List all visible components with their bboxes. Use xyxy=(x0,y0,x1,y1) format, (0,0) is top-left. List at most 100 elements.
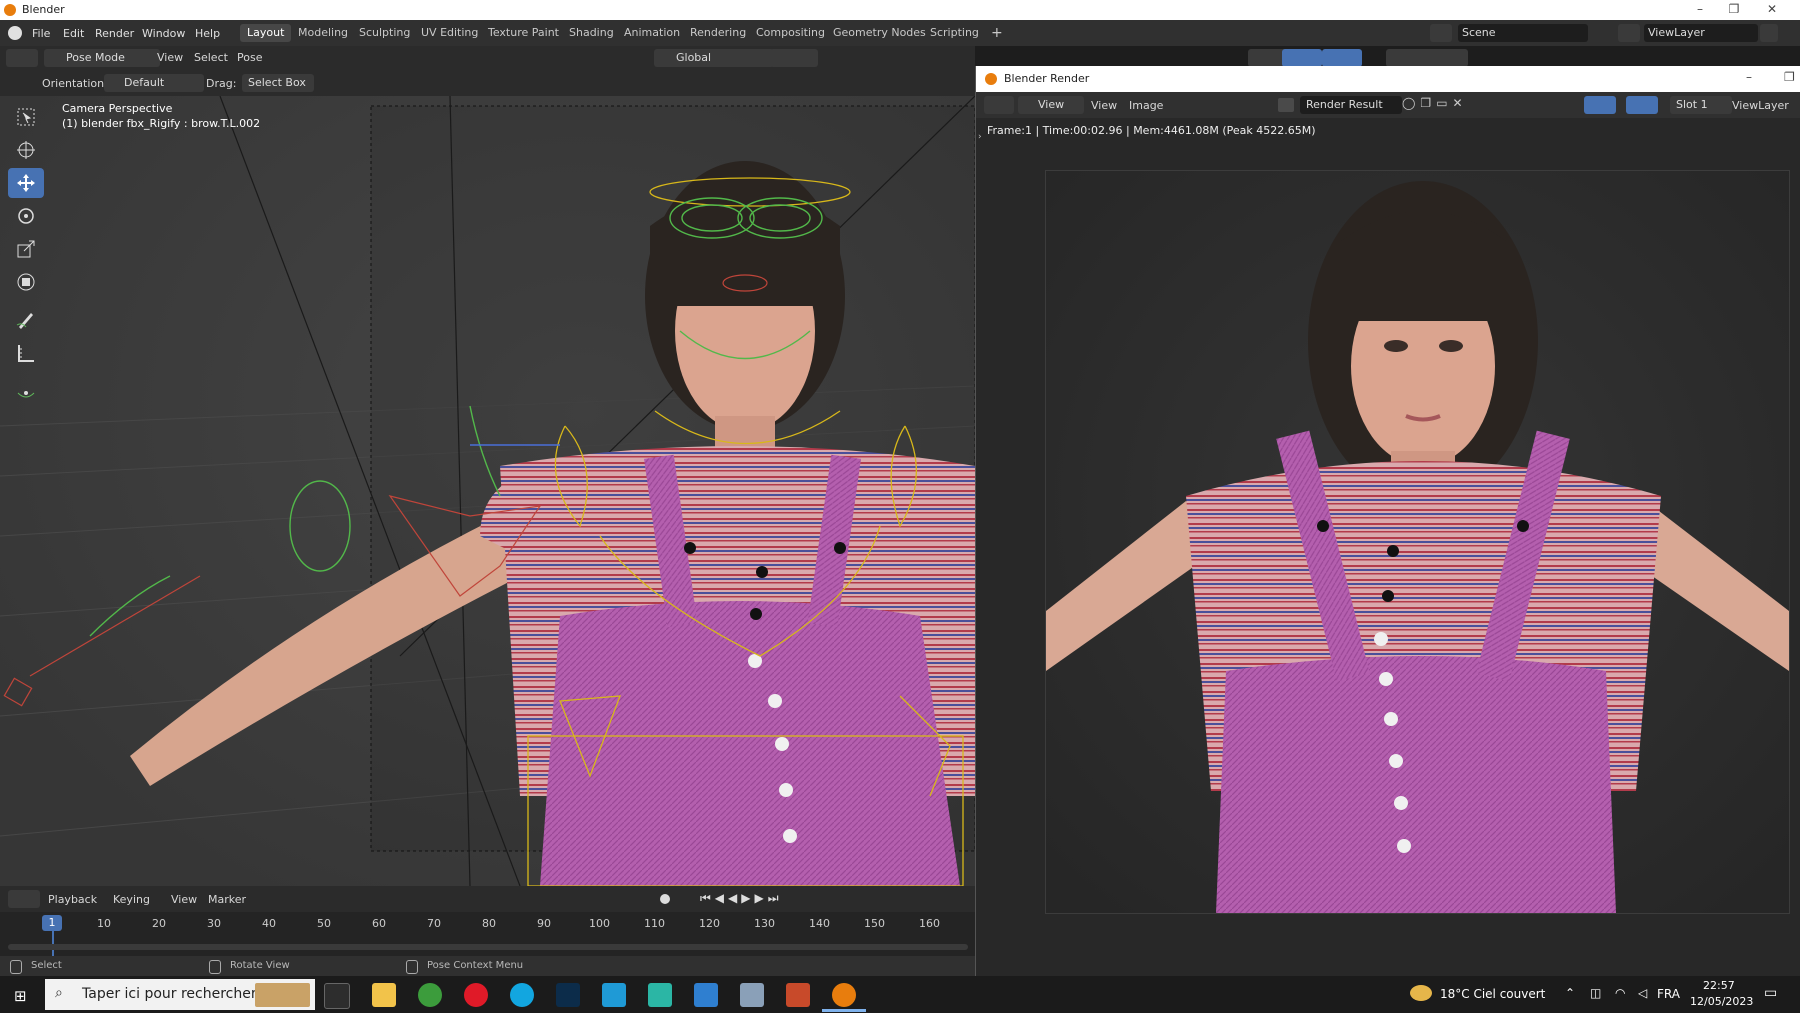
menu-help[interactable]: Help xyxy=(195,27,220,40)
pivot-point-icon[interactable] xyxy=(734,49,774,67)
tab-scripting[interactable]: Scripting xyxy=(923,24,986,42)
bone-roll-tool[interactable] xyxy=(8,376,44,406)
add-workspace-button[interactable]: + xyxy=(984,24,1010,42)
image-browse-icon[interactable] xyxy=(1278,98,1294,112)
tab-texture-paint[interactable]: Texture Paint xyxy=(481,24,566,42)
mode-dropdown[interactable]: Pose Mode xyxy=(44,49,160,67)
render-result-field[interactable]: Render Result xyxy=(1300,96,1402,114)
orientation-dropdown[interactable]: Default xyxy=(104,74,204,92)
viewport-menu-view[interactable]: View xyxy=(157,51,183,64)
scene-icon[interactable] xyxy=(1430,24,1452,42)
render-maximize-button[interactable]: ❐ xyxy=(1784,70,1795,84)
photoshop-icon[interactable] xyxy=(556,983,580,1007)
slot-dropdown[interactable]: Slot 1 xyxy=(1670,96,1732,114)
timeline-scrollbar[interactable] xyxy=(8,944,968,950)
sidebar-toggle-icon[interactable]: › xyxy=(978,132,982,142)
task-view-icon[interactable] xyxy=(324,983,350,1009)
chrome-icon[interactable] xyxy=(418,983,442,1007)
close-button[interactable]: ✕ xyxy=(1762,2,1782,16)
gizmo-toggle-icon[interactable] xyxy=(1282,49,1322,67)
restore-button[interactable]: ❐ xyxy=(1724,2,1744,16)
menu-edit[interactable]: Edit xyxy=(63,27,84,40)
drag-dropdown[interactable]: Select Box xyxy=(242,74,314,92)
windows-start-icon[interactable]: ⊞ xyxy=(14,987,27,1005)
search-icon: ⌕ xyxy=(55,985,63,1001)
menu-file[interactable]: File xyxy=(32,27,50,40)
render-view-layer[interactable]: ViewLayer xyxy=(1732,99,1789,112)
file-explorer-icon[interactable] xyxy=(372,983,396,1007)
image-menu-image[interactable]: Image xyxy=(1129,99,1163,112)
tab-rendering[interactable]: Rendering xyxy=(683,24,753,42)
blender-taskbar-icon[interactable] xyxy=(832,983,856,1007)
measure-tool[interactable] xyxy=(8,338,44,368)
timeline-menu-view[interactable]: View xyxy=(171,893,197,906)
ccleaner-icon[interactable] xyxy=(510,983,534,1007)
new-view-layer-icon[interactable] xyxy=(1760,24,1778,42)
scale-tool[interactable] xyxy=(8,234,44,264)
tab-animation[interactable]: Animation xyxy=(617,24,687,42)
transform-tool[interactable] xyxy=(8,267,44,297)
editor-type-icon[interactable] xyxy=(6,49,38,67)
tab-sculpting[interactable]: Sculpting xyxy=(352,24,417,42)
tab-layout[interactable]: Layout xyxy=(240,24,292,42)
m-app-icon[interactable] xyxy=(602,983,626,1007)
render-view-dropdown[interactable]: View xyxy=(1018,96,1084,114)
shading-mode-icons[interactable] xyxy=(1386,49,1468,67)
scene-name-field[interactable]: Scene xyxy=(1458,24,1588,42)
tab-geometry-nodes[interactable]: Geometry Nodes xyxy=(826,24,933,42)
taskbar-search[interactable]: ⌕ Taper ici pour rechercher xyxy=(45,979,315,1010)
viewport-menu-pose[interactable]: Pose xyxy=(237,51,262,64)
annotate-tool[interactable] xyxy=(8,305,44,335)
transform-orientation-dropdown[interactable]: Global xyxy=(654,49,742,67)
tab-modeling[interactable]: Modeling xyxy=(291,24,355,42)
record-icon[interactable] xyxy=(660,894,670,904)
timeline-editor-icon[interactable] xyxy=(8,890,40,908)
cursor-tool[interactable] xyxy=(8,135,44,165)
weather-text[interactable]: 18°C Ciel couvert xyxy=(1440,987,1545,1001)
tab-shading[interactable]: Shading xyxy=(562,24,621,42)
frame-label: 40 xyxy=(262,917,276,930)
image-editor-type-icon[interactable] xyxy=(984,96,1014,114)
minimize-button[interactable]: – xyxy=(1690,2,1710,16)
notification-icon[interactable]: ▭ xyxy=(1764,985,1777,1001)
image-menu-view[interactable]: View xyxy=(1091,99,1117,112)
wifi-icon[interactable]: ◠ xyxy=(1615,986,1625,1000)
timeline-menu-playback[interactable]: Playback xyxy=(48,893,97,906)
opera-icon[interactable] xyxy=(464,983,488,1007)
media-app-icon[interactable] xyxy=(786,983,810,1007)
render-window[interactable]: Blender Render – ❐ View View Image Rende… xyxy=(975,66,1800,976)
view-layer-field[interactable]: ViewLayer xyxy=(1644,24,1758,42)
timeline-menu-marker[interactable]: Marker xyxy=(208,893,246,906)
blender-menu-icon[interactable] xyxy=(8,26,22,40)
3d-viewport[interactable]: Camera Perspective (1) blender fbx_Rigif… xyxy=(0,96,975,886)
snap-icon[interactable] xyxy=(770,49,818,67)
playback-controls-icon[interactable]: ⏮◀◀▶▶⏭ xyxy=(700,891,783,906)
select-box-tool[interactable] xyxy=(8,102,44,132)
render-minimize-button[interactable]: – xyxy=(1746,70,1752,84)
timeline[interactable]: 1 10 20 30 40 50 60 70 80 90 100 110 120… xyxy=(0,912,975,956)
blender-logo-icon xyxy=(985,73,997,85)
rotate-tool[interactable] xyxy=(8,201,44,231)
clock-date[interactable]: 12/05/2023 xyxy=(1690,995,1753,1008)
viewport-menu-select[interactable]: Select xyxy=(194,51,228,64)
tab-uv-editing[interactable]: UV Editing xyxy=(414,24,485,42)
mail-app-icon[interactable] xyxy=(740,983,764,1007)
timeline-menu-keying[interactable]: Keying xyxy=(113,893,150,906)
m-app-2-icon[interactable] xyxy=(648,983,672,1007)
image-actions-icons[interactable]: ◯❐▭✕ xyxy=(1402,96,1468,110)
menu-render[interactable]: Render xyxy=(95,27,134,40)
current-frame-indicator[interactable]: 1 xyxy=(42,915,62,931)
clock-time[interactable]: 22:57 xyxy=(1703,979,1735,992)
render-overlay-icon[interactable] xyxy=(1626,96,1658,114)
overlay-toggle-icon[interactable] xyxy=(1322,49,1362,67)
tab-compositing[interactable]: Compositing xyxy=(749,24,832,42)
network-icon[interactable]: ◫ xyxy=(1590,986,1601,1000)
render-gizmo-icon[interactable] xyxy=(1584,96,1616,114)
move-tool[interactable] xyxy=(8,168,44,198)
volume-icon[interactable]: ◁ xyxy=(1638,986,1647,1000)
calculator-icon[interactable] xyxy=(694,983,718,1007)
language-indicator[interactable]: FRA xyxy=(1657,987,1680,1001)
view-layer-icon[interactable] xyxy=(1618,24,1640,42)
menu-window[interactable]: Window xyxy=(142,27,185,40)
tray-chevron-icon[interactable]: ⌃ xyxy=(1565,986,1575,1000)
